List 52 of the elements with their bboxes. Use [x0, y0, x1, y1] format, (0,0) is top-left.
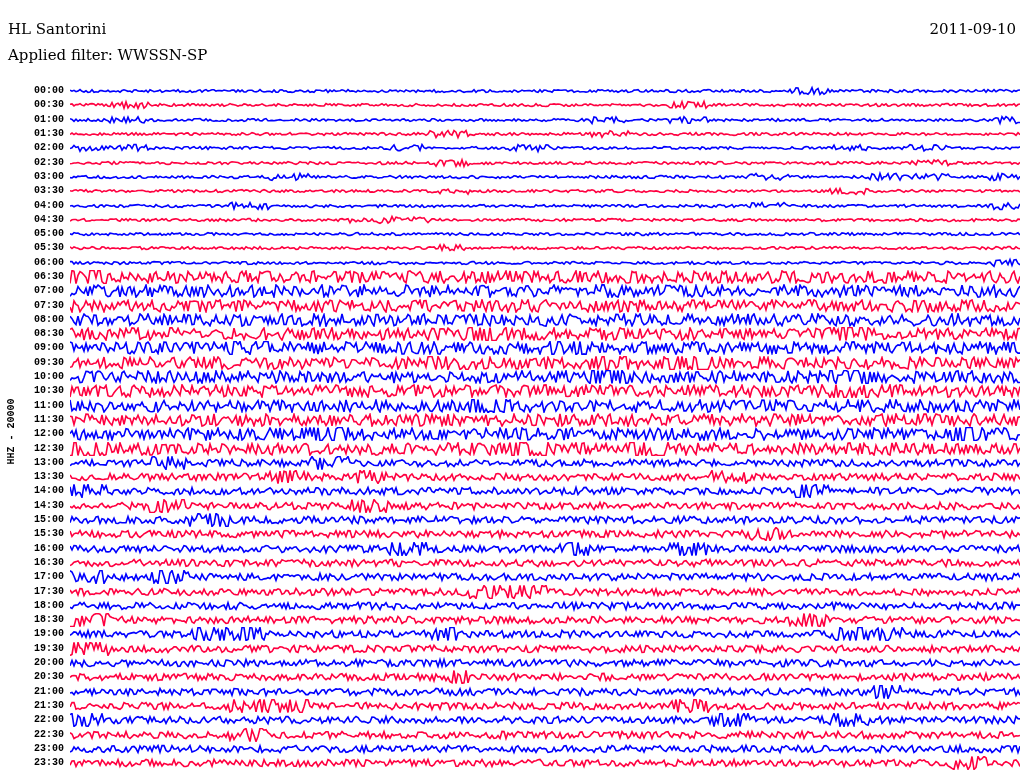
- time-label: 02:00: [33, 142, 65, 155]
- time-label: 17:00: [33, 571, 65, 584]
- time-label: 15:00: [33, 514, 65, 527]
- time-label: 05:30: [33, 242, 65, 255]
- time-label: 20:00: [33, 657, 65, 669]
- time-label: 08:30: [33, 328, 65, 341]
- station-title: HL Santorini: [8, 20, 107, 38]
- time-label: 23:30: [33, 757, 65, 770]
- time-label: 17:30: [33, 585, 65, 598]
- time-label: 04:30: [33, 213, 65, 226]
- time-label: 12:00: [33, 428, 65, 441]
- time-label: 13:00: [33, 456, 65, 469]
- time-label: 01:00: [33, 113, 65, 126]
- time-label: 08:00: [33, 313, 65, 326]
- time-label: 22:00: [33, 714, 65, 727]
- time-label: 16:30: [33, 556, 65, 569]
- date-label: 2011-09-10: [929, 20, 1016, 38]
- time-label: 12:30: [33, 442, 65, 455]
- time-label: 11:30: [33, 413, 65, 426]
- time-label: 19:30: [33, 642, 65, 655]
- time-label: 10:30: [33, 385, 65, 398]
- time-label: 14:00: [33, 485, 65, 498]
- time-label: 21:30: [33, 699, 65, 712]
- time-label: 16:00: [33, 542, 65, 555]
- time-label: 10:00: [33, 371, 65, 384]
- time-label: 22:30: [33, 728, 65, 741]
- time-label: 15:30: [33, 528, 65, 541]
- time-label: 01:30: [33, 128, 65, 141]
- time-label: 00:00: [33, 85, 65, 98]
- time-label: 02:30: [33, 156, 65, 169]
- time-label: 03:30: [33, 185, 65, 198]
- time-label: 09:30: [33, 356, 65, 369]
- time-label: 04:00: [33, 199, 65, 212]
- channel-axis-label: HHZ - 20000: [5, 398, 17, 464]
- time-label: 07:30: [33, 299, 65, 312]
- time-label: 19:00: [33, 628, 65, 641]
- time-label: 11:00: [33, 399, 65, 412]
- time-label: 05:00: [33, 228, 65, 241]
- time-label: 20:30: [33, 671, 65, 684]
- time-label: 00:30: [33, 99, 65, 112]
- time-label: 18:00: [33, 599, 65, 612]
- time-label: 03:00: [33, 170, 65, 183]
- time-label: 09:00: [33, 342, 65, 355]
- time-label: 14:30: [33, 499, 65, 512]
- filter-label: Applied filter: WWSSN-SP: [8, 46, 209, 64]
- time-label: 06:00: [33, 256, 65, 269]
- time-label: 13:30: [33, 471, 65, 484]
- time-label: 23:00: [33, 742, 65, 755]
- time-label: 07:00: [33, 285, 65, 298]
- time-label: 06:30: [33, 271, 65, 283]
- time-label: 21:00: [33, 685, 65, 698]
- time-label: 18:30: [33, 614, 65, 627]
